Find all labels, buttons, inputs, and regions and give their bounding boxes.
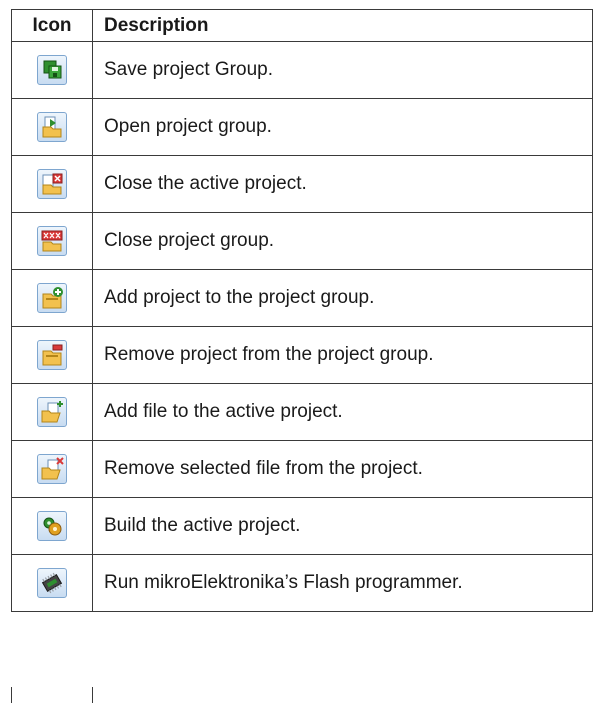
- table-row: Remove project from the project group.: [11, 326, 593, 384]
- icon-description-table: Icon Description Save project Group. Ope…: [11, 9, 593, 612]
- description-cell: Remove selected file from the project.: [92, 440, 593, 498]
- icon-cell: [11, 212, 93, 270]
- description-cell: Remove project from the project group.: [92, 326, 593, 384]
- icon-cell: [11, 497, 93, 555]
- table-row: Add file to the active project.: [11, 383, 593, 441]
- header-description: Description: [92, 9, 593, 42]
- icon-cell: [11, 326, 93, 384]
- add-file-icon[interactable]: [37, 397, 67, 427]
- add-project-icon[interactable]: [37, 283, 67, 313]
- save-project-group-icon[interactable]: [37, 55, 67, 85]
- icon-cell: [11, 383, 93, 441]
- description-cell: Save project Group.: [92, 41, 593, 99]
- close-project-group-icon[interactable]: [37, 226, 67, 256]
- table-border-continuation-left: [11, 687, 12, 703]
- icon-cell: [11, 155, 93, 213]
- description-cell: Run mikroElektronika’s Flash programmer.: [92, 554, 593, 612]
- table-row: Add project to the project group.: [11, 269, 593, 327]
- flash-programmer-icon[interactable]: [37, 568, 67, 598]
- close-active-project-icon[interactable]: [37, 169, 67, 199]
- icon-cell: [11, 41, 93, 99]
- table-row: Close the active project.: [11, 155, 593, 213]
- table-row: Build the active project.: [11, 497, 593, 555]
- description-cell: Close project group.: [92, 212, 593, 270]
- table-row: Run mikroElektronika’s Flash programmer.: [11, 554, 593, 612]
- table-border-continuation-middle: [92, 687, 93, 703]
- build-project-icon[interactable]: [37, 511, 67, 541]
- description-cell: Open project group.: [92, 98, 593, 156]
- table-row: Open project group.: [11, 98, 593, 156]
- description-cell: Add project to the project group.: [92, 269, 593, 327]
- icon-cell: [11, 440, 93, 498]
- description-cell: Add file to the active project.: [92, 383, 593, 441]
- table-row: Close project group.: [11, 212, 593, 270]
- header-icon: Icon: [11, 9, 93, 42]
- table-row: Save project Group.: [11, 41, 593, 99]
- open-project-group-icon[interactable]: [37, 112, 67, 142]
- remove-file-icon[interactable]: [37, 454, 67, 484]
- description-cell: Build the active project.: [92, 497, 593, 555]
- description-cell: Close the active project.: [92, 155, 593, 213]
- table-header-row: Icon Description: [11, 9, 593, 42]
- table-row: Remove selected file from the project.: [11, 440, 593, 498]
- icon-cell: [11, 554, 93, 612]
- remove-project-icon[interactable]: [37, 340, 67, 370]
- icon-cell: [11, 269, 93, 327]
- icon-cell: [11, 98, 93, 156]
